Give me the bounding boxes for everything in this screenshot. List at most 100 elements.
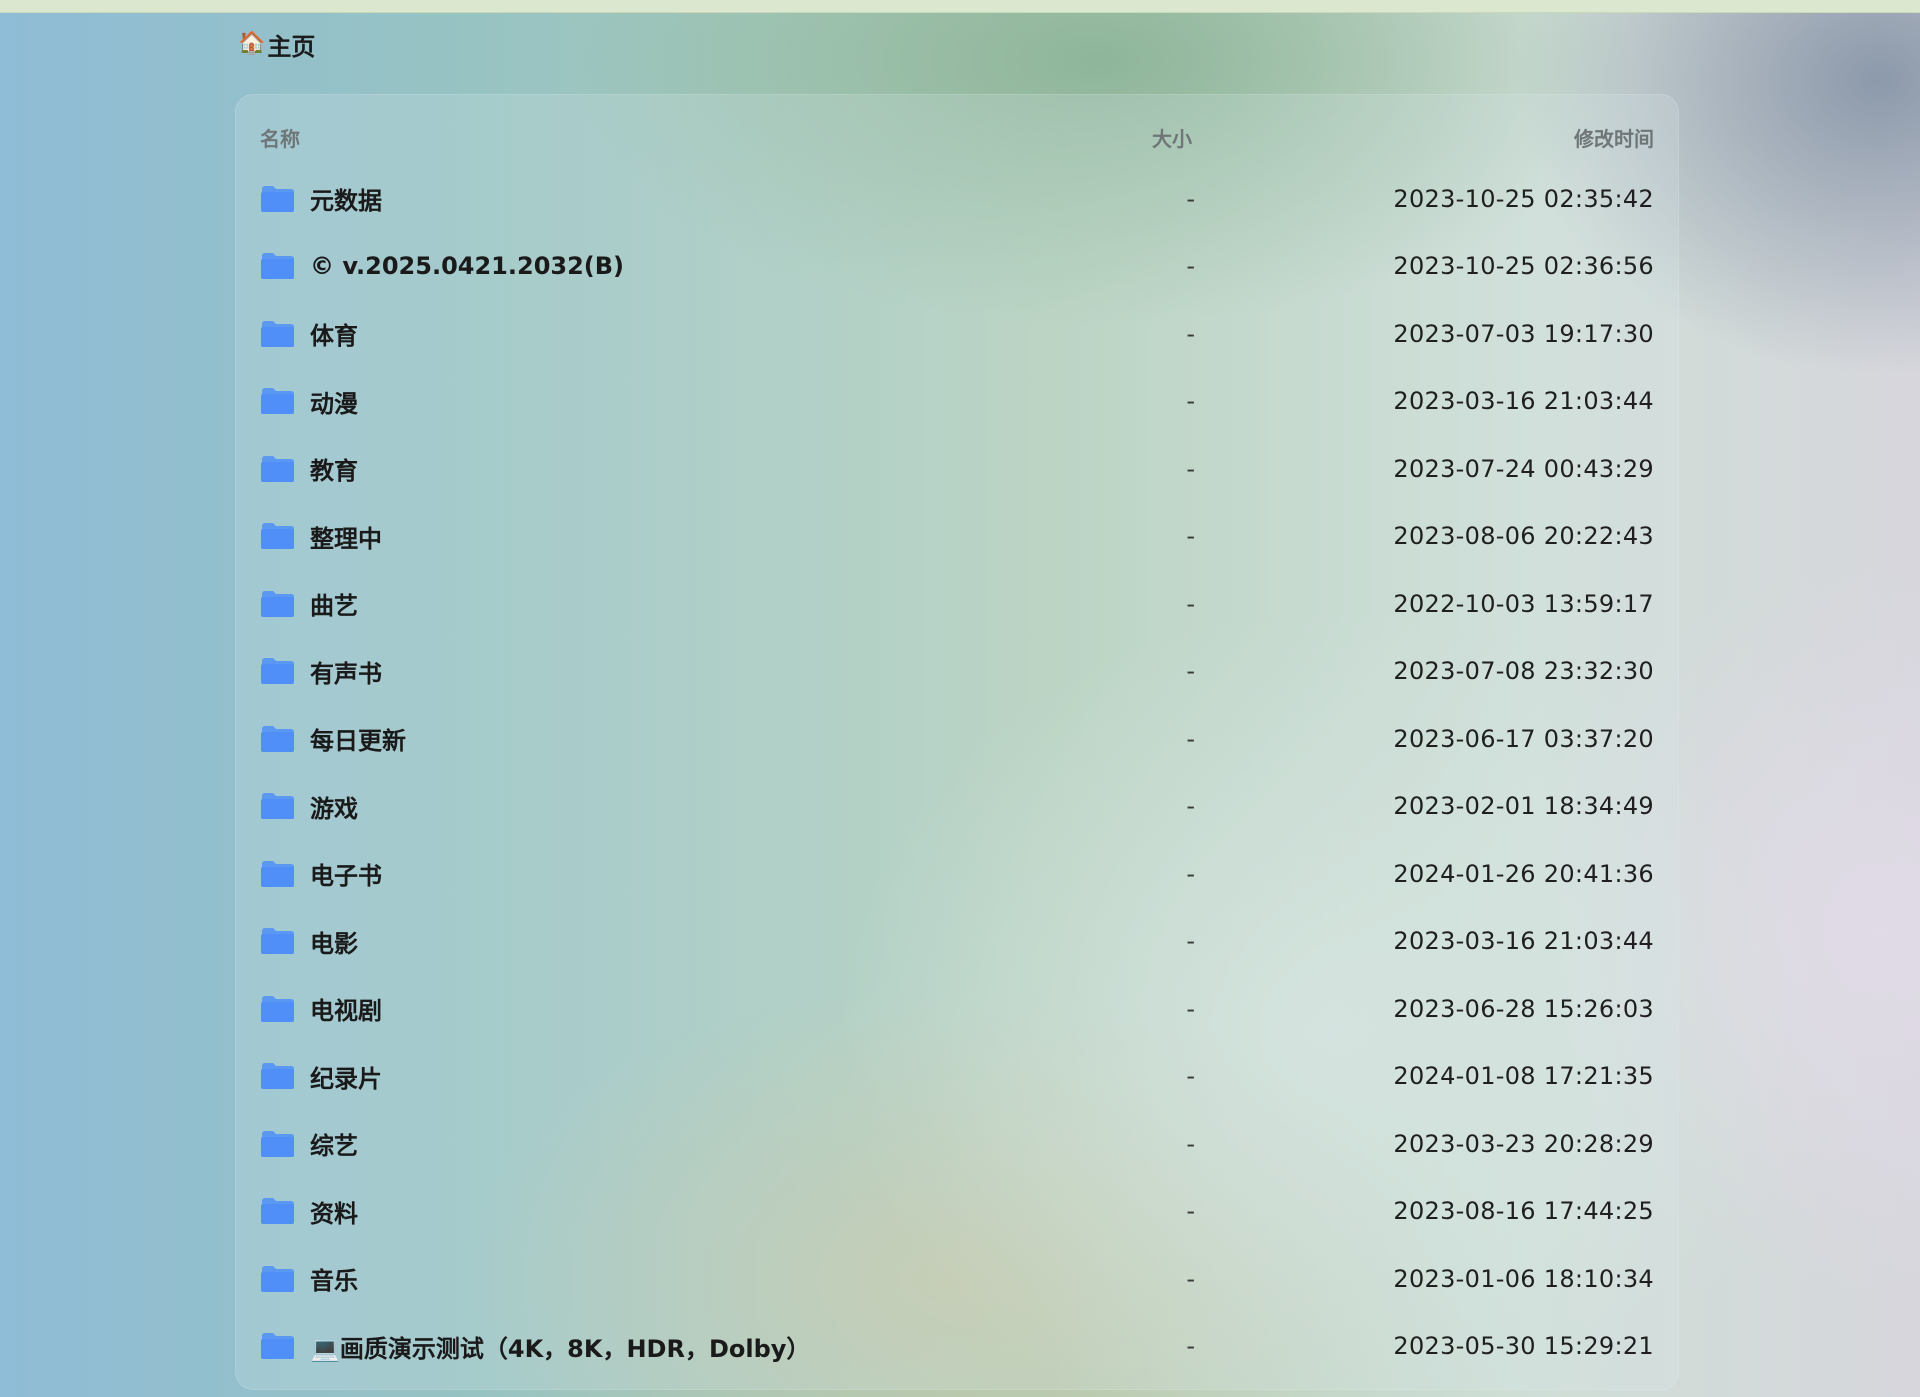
file-name-cell[interactable]: 音乐 <box>260 1261 358 1296</box>
file-size-cell: - <box>1186 792 1195 820</box>
file-name-label: 曲艺 <box>310 592 358 620</box>
table-row[interactable]: 曲艺 - 2022-10-03 13:59:17 <box>235 570 1679 637</box>
file-name-cell[interactable]: 💻画质演示测试（4K，8K，HDR，Dolby） <box>260 1329 810 1364</box>
header-name[interactable]: 名称 <box>260 123 300 152</box>
file-name-label: 音乐 <box>310 1267 358 1295</box>
file-size-cell: - <box>1186 927 1195 955</box>
table-row[interactable]: 元数据 - 2023-10-25 02:35:42 <box>235 165 1679 232</box>
modified-time-cell: 2023-10-25 02:35:42 <box>1393 184 1654 213</box>
folder-icon <box>261 995 294 1022</box>
modified-time-cell: 2022-10-03 13:59:17 <box>1393 589 1654 618</box>
folder-icon <box>261 455 294 482</box>
table-row[interactable]: 游戏 - 2023-02-01 18:34:49 <box>235 773 1679 840</box>
file-size-cell: - <box>1186 1129 1195 1158</box>
modified-time-cell: 2024-01-26 20:41:36 <box>1393 859 1654 888</box>
file-size-cell: - <box>1186 319 1195 348</box>
table-row[interactable]: 有声书 - 2023-07-08 23:32:30 <box>235 638 1679 705</box>
table-row[interactable]: 动漫 - 2023-03-16 21:03:44 <box>235 368 1679 435</box>
file-name-cell[interactable]: © v.2025.0421.2032(B) <box>260 252 624 280</box>
table-row[interactable]: 体育 - 2023-07-03 19:17:30 <box>235 300 1679 367</box>
folder-icon <box>261 523 294 549</box>
folder-icon <box>261 793 294 819</box>
modified-time-cell: 2023-03-16 21:03:44 <box>1393 387 1654 415</box>
file-name-cell[interactable]: 元数据 <box>260 181 382 216</box>
file-name-cell[interactable]: 体育 <box>260 316 358 351</box>
modified-time-cell: 2023-03-23 20:28:29 <box>1393 1129 1654 1158</box>
file-size-cell: - <box>1186 387 1195 415</box>
file-name-cell[interactable]: 有声书 <box>260 654 382 689</box>
file-name-label: © v.2025.0421.2032(B) <box>310 252 625 280</box>
header-modified[interactable]: 修改时间 <box>1574 123 1654 152</box>
folder-icon <box>261 388 294 414</box>
table-row[interactable]: 纪录片 - 2024-01-08 17:21:35 <box>235 1043 1679 1110</box>
file-size-cell: - <box>1186 1264 1195 1293</box>
modified-time-cell: 2023-08-06 20:22:43 <box>1393 522 1654 550</box>
table-row[interactable]: 每日更新 - 2023-06-17 03:37:20 <box>235 705 1679 772</box>
folder-icon <box>261 1333 294 1359</box>
file-size-cell: - <box>1186 252 1195 280</box>
file-name-cell[interactable]: 电视剧 <box>260 991 382 1026</box>
file-name-label: 电影 <box>310 929 358 958</box>
table-row[interactable]: 电视剧 - 2023-06-28 15:26:03 <box>235 975 1679 1042</box>
file-size-cell: - <box>1186 454 1195 483</box>
folder-icon <box>261 590 294 617</box>
header-size[interactable]: 大小 <box>1152 123 1192 152</box>
modified-time-cell: 2023-05-30 15:29:21 <box>1393 1332 1654 1360</box>
file-name-cell[interactable]: 动漫 <box>260 384 358 419</box>
file-name-label: 纪录片 <box>310 1064 382 1093</box>
folder-icon <box>261 1130 294 1157</box>
table-row[interactable]: © v.2025.0421.2032(B) - 2023-10-25 02:36:5… <box>235 233 1679 300</box>
folder-icon <box>261 320 294 347</box>
modified-time-cell: 2023-01-06 18:10:34 <box>1393 1264 1654 1293</box>
file-size-cell: - <box>1186 994 1195 1023</box>
table-row[interactable]: 综艺 - 2023-03-23 20:28:29 <box>235 1110 1679 1177</box>
file-name-label: 有声书 <box>310 659 382 688</box>
folder-icon <box>261 185 294 212</box>
file-size-cell: - <box>1186 1332 1195 1360</box>
file-name-cell[interactable]: 电子书 <box>260 856 382 891</box>
folder-icon <box>261 928 294 954</box>
folder-icon <box>261 658 294 684</box>
modified-time-cell: 2023-02-01 18:34:49 <box>1393 792 1654 820</box>
file-name-cell[interactable]: 整理中 <box>260 519 382 554</box>
table-row[interactable]: 教育 - 2023-07-24 00:43:29 <box>235 435 1679 502</box>
modified-time-cell: 2023-06-17 03:37:20 <box>1393 724 1654 753</box>
table-row[interactable]: 资料 - 2023-08-16 17:44:25 <box>235 1178 1679 1245</box>
file-name-cell[interactable]: 曲艺 <box>260 586 358 621</box>
file-name-label: 元数据 <box>310 187 382 215</box>
file-name-cell[interactable]: 资料 <box>260 1194 358 1229</box>
folder-icon <box>261 725 294 752</box>
file-size-cell: - <box>1186 859 1195 888</box>
file-name-label: 💻画质演示测试（4K，8K，HDR，Dolby） <box>310 1334 811 1363</box>
home-icon: 🏠 <box>238 31 266 56</box>
folder-icon <box>261 1265 294 1292</box>
file-size-cell: - <box>1186 589 1195 618</box>
file-size-cell: - <box>1186 1197 1195 1225</box>
file-name-cell[interactable]: 电影 <box>260 924 358 959</box>
file-name-label: 电视剧 <box>310 997 382 1025</box>
file-name-cell[interactable]: 游戏 <box>260 789 358 824</box>
file-size-cell: - <box>1186 522 1195 550</box>
table-row[interactable]: 整理中 - 2023-08-06 20:22:43 <box>235 503 1679 570</box>
file-name-label: 体育 <box>310 322 358 350</box>
breadcrumb[interactable]: 🏠 主页 <box>238 27 315 62</box>
file-name-label: 动漫 <box>310 389 358 418</box>
folder-icon <box>261 1198 294 1224</box>
file-name-cell[interactable]: 每日更新 <box>260 721 406 756</box>
file-name-cell[interactable]: 教育 <box>260 451 358 486</box>
modified-time-cell: 2023-07-24 00:43:29 <box>1393 454 1654 483</box>
table-row[interactable]: 电影 - 2023-03-16 21:03:44 <box>235 908 1679 975</box>
folder-icon <box>261 1063 294 1089</box>
folder-icon <box>261 860 294 887</box>
table-row[interactable]: 音乐 - 2023-01-06 18:10:34 <box>235 1245 1679 1312</box>
file-name-label: 每日更新 <box>310 727 406 755</box>
file-name-cell[interactable]: 纪录片 <box>260 1059 382 1094</box>
breadcrumb-home-label[interactable]: 主页 <box>267 27 315 62</box>
file-name-label: 游戏 <box>310 794 358 823</box>
top-accent-bar <box>0 0 1920 13</box>
table-row[interactable]: 电子书 - 2024-01-26 20:41:36 <box>235 840 1679 907</box>
table-row[interactable]: 💻画质演示测试（4K，8K，HDR，Dolby） - 2023-05-30 15:2… <box>235 1313 1679 1380</box>
file-name-cell[interactable]: 综艺 <box>260 1126 358 1161</box>
file-size-cell: - <box>1186 724 1195 753</box>
file-name-label: 电子书 <box>310 862 382 890</box>
